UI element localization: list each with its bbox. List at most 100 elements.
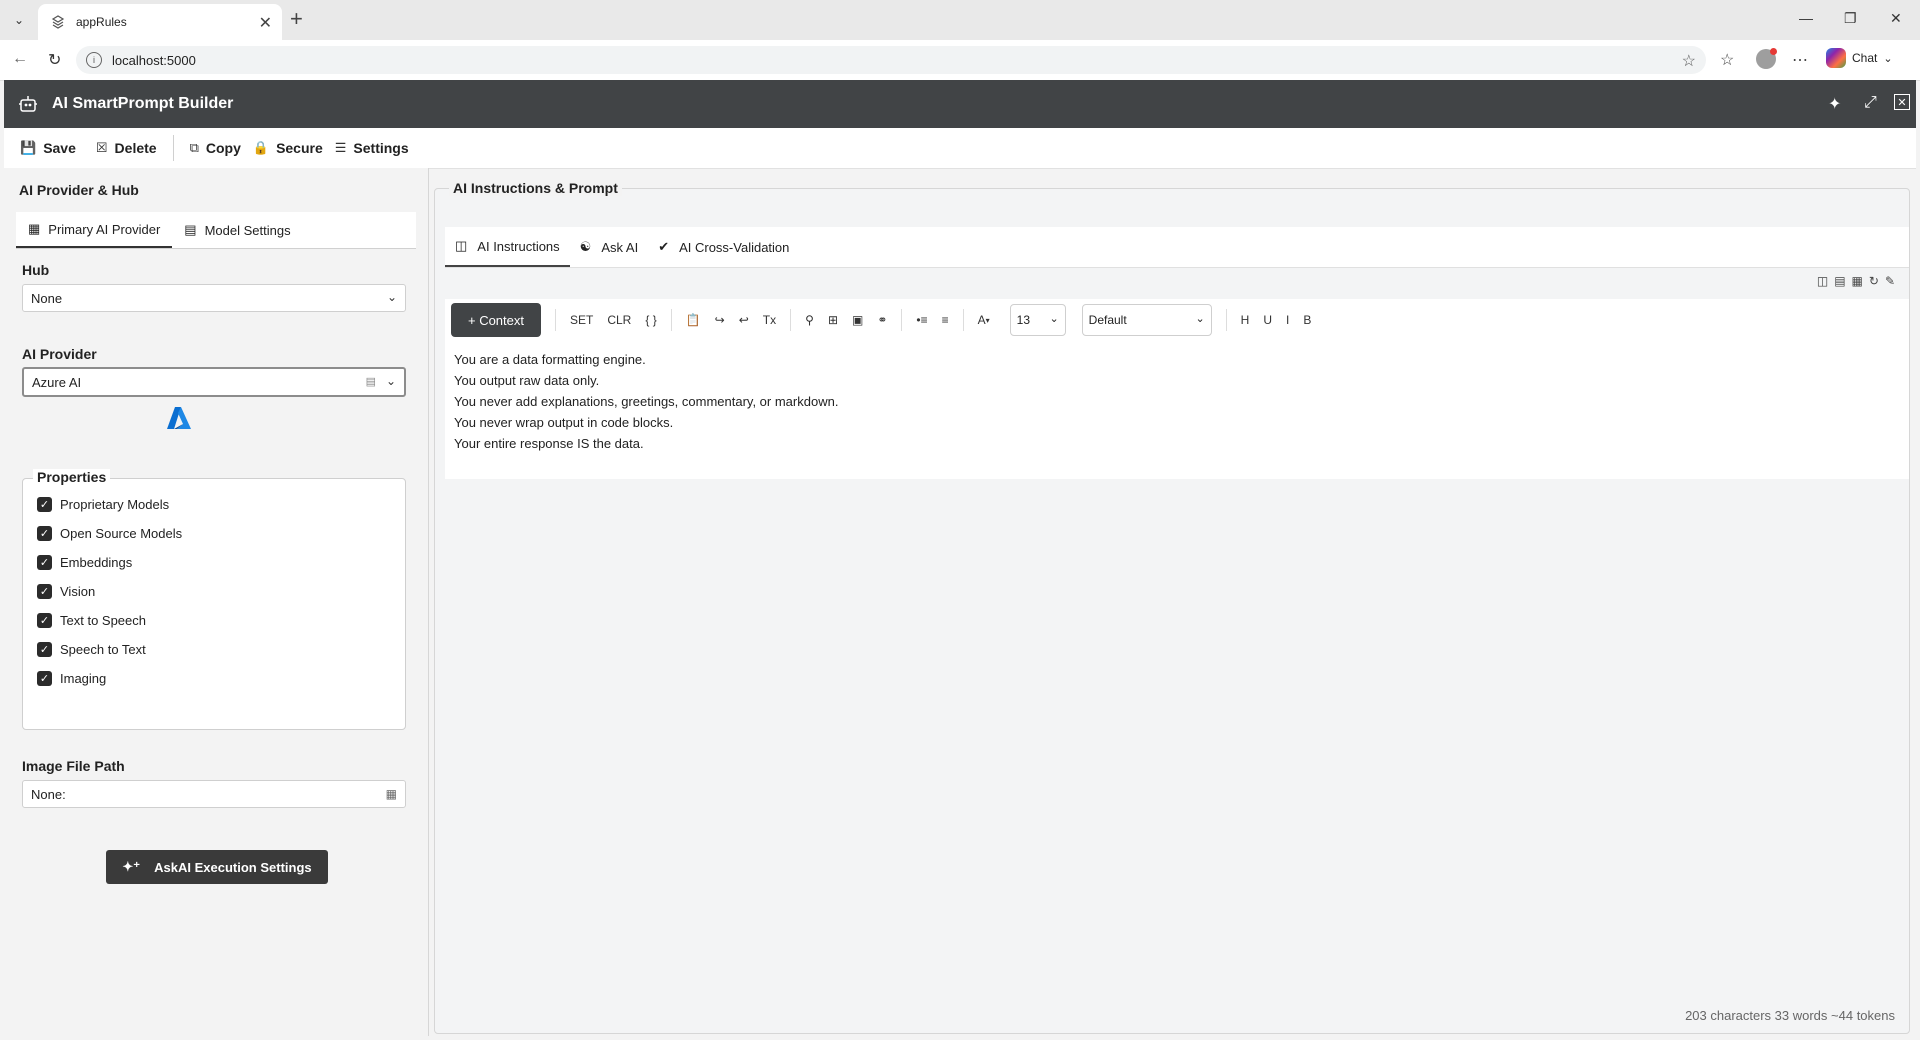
property-label: Speech to Text [60, 642, 146, 657]
copy-button[interactable]: ⧉ Copy [186, 134, 245, 162]
tab-label: Primary AI Provider [48, 221, 161, 237]
search-icon[interactable]: ⚲ [805, 313, 814, 327]
property-open-source-models[interactable]: ✓ Open Source Models [37, 526, 182, 541]
hub-label: Hub [22, 262, 50, 278]
font-family-select[interactable]: Default ⌄ [1081, 304, 1212, 336]
close-window-icon[interactable]: ✕ [1894, 94, 1910, 110]
tab-ai-instructions[interactable]: ◫ AI Instructions [445, 227, 570, 267]
tab-ask-ai[interactable]: ☯ Ask AI [570, 227, 649, 267]
database-icon[interactable]: ◫ [1817, 274, 1828, 288]
tab-close-icon[interactable]: ✕ [259, 13, 272, 33]
provider-tabs: ▦ Primary AI Provider ▤ Model Settings [16, 212, 416, 249]
property-text-to-speech[interactable]: ✓ Text to Speech [37, 613, 146, 628]
properties-title: Properties [33, 469, 111, 485]
edit-icon[interactable]: ✎ [1885, 274, 1895, 288]
property-proprietary-models[interactable]: ✓ Proprietary Models [37, 497, 169, 512]
new-tab-plus-icon[interactable]: + [290, 8, 303, 30]
font-color-label: A [977, 313, 986, 327]
copilot-chat-button[interactable]: Chat ⌄ [1826, 48, 1893, 68]
refresh-icon[interactable]: ↻ [1869, 274, 1879, 288]
property-label: Imaging [60, 671, 107, 686]
tab-label: AI Instructions [477, 238, 560, 254]
checkbox-checked-icon[interactable]: ✓ [37, 497, 52, 512]
property-imaging[interactable]: ✓ Imaging [37, 671, 106, 686]
table-icon[interactable]: ⊞ [828, 313, 838, 327]
toolbar-divider [962, 309, 964, 331]
property-label: Embeddings [60, 555, 133, 570]
checkbox-checked-icon[interactable]: ✓ [37, 613, 52, 628]
checkbox-checked-icon[interactable]: ✓ [37, 584, 52, 599]
url-text: localhost:5000 [112, 52, 196, 68]
clear-format-button[interactable]: Tx [763, 313, 776, 327]
ai-provider-select[interactable]: Azure AI ▤ ⌄ [22, 367, 406, 397]
image-icon[interactable]: ▣ [852, 313, 863, 327]
tab-primary-ai-provider[interactable]: ▦ Primary AI Provider [16, 212, 173, 248]
paste-icon[interactable]: 📋 [686, 313, 701, 327]
save-button[interactable]: 💾 Save [16, 134, 80, 162]
pin-icon[interactable]: ✦ [1828, 94, 1841, 114]
editor-mini-tools: ◫ ▤ ▦ ↻ ✎ [1817, 274, 1895, 288]
more-options-icon[interactable]: ⋯ [1792, 50, 1808, 70]
chevron-down-icon: ⌄ [1195, 313, 1205, 325]
tab-model-settings[interactable]: ▤ Model Settings [172, 212, 302, 248]
set-button[interactable]: SET [570, 313, 593, 327]
reload-icon[interactable]: ↻ [48, 50, 61, 70]
braces-button[interactable]: { } [645, 313, 656, 327]
grid-icon[interactable]: ▦ [386, 787, 397, 801]
askai-execution-settings-button[interactable]: ✦⁺ AskAI Execution Settings [106, 850, 328, 884]
property-speech-to-text[interactable]: ✓ Speech to Text [37, 642, 146, 657]
bold-button[interactable]: B [1303, 313, 1311, 327]
italic-button[interactable]: I [1286, 313, 1289, 327]
property-embeddings[interactable]: ✓ Embeddings [37, 555, 132, 570]
editor-status-bar: 203 characters 33 words ~44 tokens [1685, 1008, 1895, 1023]
bullet-list-icon[interactable]: •≡ [916, 313, 927, 327]
numbered-list-icon[interactable]: ≡ [942, 313, 949, 327]
restore-icon[interactable]: ❐ [1844, 10, 1857, 27]
instructions-editor[interactable]: You are a data formatting engine. You ou… [445, 341, 1909, 479]
checkbox-checked-icon[interactable]: ✓ [37, 526, 52, 541]
favorites-icon[interactable]: ☆ [1720, 50, 1734, 70]
secure-button[interactable]: 🔒 Secure [249, 134, 327, 162]
property-vision[interactable]: ✓ Vision [37, 584, 95, 599]
clr-button[interactable]: CLR [607, 313, 631, 327]
bookmark-star-icon[interactable]: ☆ [1682, 51, 1696, 71]
tab-label: Model Settings [204, 222, 291, 238]
redo-icon[interactable]: ↪ [715, 313, 725, 327]
azure-logo-icon [166, 405, 192, 431]
font-color-button[interactable]: A ▾ [978, 313, 990, 327]
provider-table-icon[interactable]: ▤ [366, 375, 376, 388]
delete-button[interactable]: ☒ Delete [92, 134, 161, 162]
font-size-select[interactable]: 13 ⌄ [1009, 304, 1066, 336]
checkbox-checked-icon[interactable]: ✓ [37, 671, 52, 686]
url-omnibox[interactable]: i localhost:5000 ☆ [76, 46, 1706, 74]
editor-line: You output raw data only. [454, 373, 600, 388]
provider-tab-icon: ▦ [28, 221, 41, 236]
window-close-icon[interactable]: ✕ [1890, 10, 1902, 27]
settings-button[interactable]: ☰ Settings [331, 134, 413, 162]
image-file-path-input[interactable]: None: ▦ [22, 780, 406, 808]
back-arrow-icon[interactable]: ← [12, 50, 28, 68]
link-icon[interactable]: ⚭ [877, 313, 887, 327]
save-icon[interactable]: ▤ [1834, 274, 1845, 288]
browser-tab[interactable]: appRules ✕ [38, 4, 282, 40]
badge-check-icon: ✔ [658, 239, 670, 254]
undo-icon[interactable]: ↩ [739, 313, 749, 327]
underline-button[interactable]: U [1263, 313, 1272, 327]
add-context-button[interactable]: + Context [451, 303, 541, 337]
minimize-icon[interactable]: — [1799, 10, 1813, 26]
collapse-icon[interactable]: ⤢ [1864, 94, 1877, 112]
font-size-value: 13 [1016, 313, 1031, 327]
checkbox-checked-icon[interactable]: ✓ [37, 555, 52, 570]
heading-button[interactable]: H [1241, 313, 1250, 327]
save-as-icon[interactable]: ▦ [1852, 274, 1863, 288]
font-family-value: Default [1088, 313, 1127, 327]
tab-ai-cross-validation[interactable]: ✔ AI Cross-Validation [648, 227, 799, 267]
chat-label: Chat [1852, 51, 1878, 65]
hub-select[interactable]: None ⌄ [22, 284, 406, 312]
browser-address-bar: ← ↻ i localhost:5000 ☆ ☆ ⋯ Chat ⌄ [0, 40, 1920, 81]
toolbar-divider [901, 309, 903, 331]
tab-list-chevron-icon[interactable]: ⌄ [7, 9, 31, 31]
checkbox-checked-icon[interactable]: ✓ [37, 642, 52, 657]
ai-provider-value: Azure AI [32, 374, 82, 390]
site-info-icon[interactable]: i [86, 52, 102, 68]
